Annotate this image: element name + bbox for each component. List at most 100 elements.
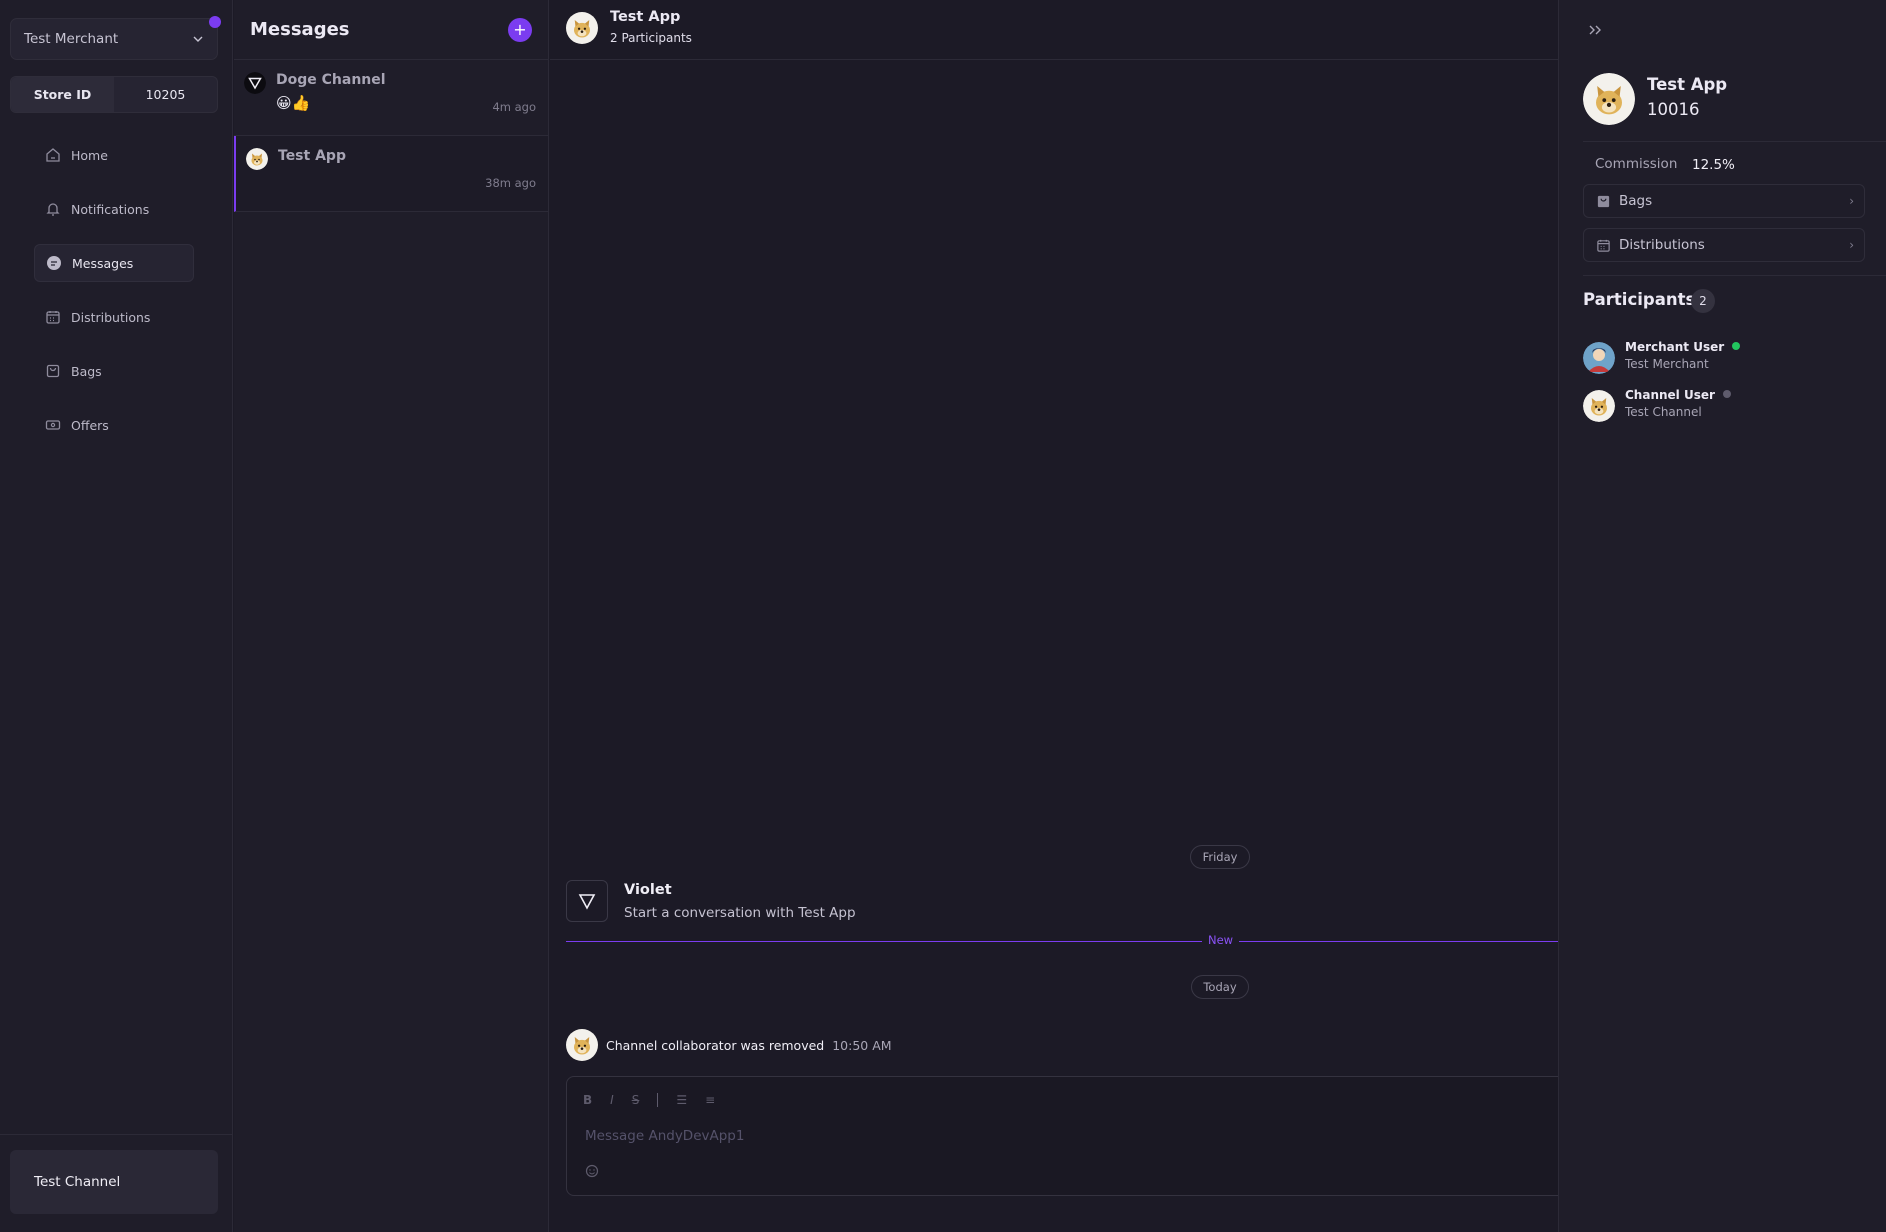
sidebar-item-label: Home <box>71 147 108 163</box>
store-id-value: 10205 <box>145 87 186 102</box>
store-id-row: Store ID 10205 <box>10 76 218 113</box>
participant-org: Test Channel <box>1625 405 1702 419</box>
message-input[interactable]: Message AndyDevApp1 <box>585 1128 744 1144</box>
conversation-time: 4m ago <box>492 100 536 114</box>
chat-participants-count: 2 Participants <box>610 31 692 45</box>
bullet-list-button[interactable]: ☰ <box>676 1093 687 1107</box>
merchant-name: Test Merchant <box>24 31 119 47</box>
calendar-icon <box>1597 239 1610 252</box>
triangle-logo-icon <box>578 894 596 910</box>
numbered-list-button[interactable]: ≡ <box>705 1093 715 1107</box>
sidebar: Test Merchant Store ID 10205 Home Notifi… <box>0 0 233 1232</box>
bag-icon <box>1597 195 1610 207</box>
doge-avatar-icon <box>566 12 598 44</box>
doge-avatar-icon <box>246 148 268 170</box>
sidebar-item-bags[interactable]: Bags <box>34 352 194 390</box>
sidebar-nav: Home Notifications Messages Distribution… <box>34 136 194 460</box>
italic-button[interactable]: I <box>610 1093 614 1107</box>
merchant-selector[interactable]: Test Merchant <box>10 18 218 60</box>
new-messages-divider <box>566 941 1558 942</box>
toolbar-separator <box>657 1093 659 1107</box>
conversation-time: 38m ago <box>485 176 536 190</box>
message-composer[interactable]: B I S ☰ ≡ Message AndyDevApp1 <box>566 1076 1566 1196</box>
bold-button[interactable]: B <box>583 1093 592 1107</box>
sidebar-item-notifications[interactable]: Notifications <box>34 190 194 228</box>
conversation-item-doge-channel[interactable]: Doge Channel 😀👍 4m ago <box>234 60 548 136</box>
sidebar-item-home[interactable]: Home <box>34 136 194 174</box>
distributions-label: Distributions <box>1619 237 1705 253</box>
home-icon <box>46 148 60 162</box>
date-separator-friday: Friday <box>1190 845 1250 869</box>
sender-name: Violet <box>624 882 672 898</box>
collapse-panel-button[interactable] <box>1587 22 1605 41</box>
chat-panel: Test App 2 Participants Friday Violet St… <box>550 0 1566 1232</box>
sidebar-item-distributions[interactable]: Distributions <box>34 298 194 336</box>
formatting-toolbar: B I S ☰ ≡ <box>583 1093 733 1107</box>
chevron-right-icon: › <box>1849 194 1854 208</box>
strikethrough-button[interactable]: S <box>632 1093 640 1107</box>
divider <box>1583 275 1886 276</box>
bell-icon <box>46 203 60 216</box>
plus-icon: + <box>513 19 527 39</box>
sidebar-item-messages[interactable]: Messages <box>34 244 194 282</box>
notification-dot <box>209 16 221 28</box>
store-id-label: Store ID <box>11 77 114 112</box>
distributions-row[interactable]: Distributions › <box>1583 228 1865 262</box>
user-avatar-icon <box>1583 342 1615 374</box>
details-panel: Test App 10016 Commission 12.5% Bags › D… <box>1558 0 1886 1232</box>
participants-title: Participants <box>1583 290 1696 309</box>
conversation-item-test-app[interactable]: Test App 38m ago <box>234 136 548 212</box>
conversation-list: Messages + Doge Channel 😀👍 4m ago Test A… <box>234 0 549 1232</box>
participant-item[interactable]: Channel User Test Channel <box>1583 388 1863 422</box>
participant-item[interactable]: Merchant User Test Merchant <box>1583 340 1863 374</box>
channel-switcher[interactable]: Test Channel <box>10 1150 218 1214</box>
sidebar-item-label: Bags <box>71 363 102 379</box>
chat-icon <box>47 256 61 270</box>
sidebar-item-label: Notifications <box>71 201 150 217</box>
sidebar-item-label: Distributions <box>71 309 151 325</box>
new-messages-label: New <box>1202 933 1240 947</box>
page-title: Messages <box>250 19 350 40</box>
sidebar-divider <box>0 1134 233 1135</box>
doge-avatar-icon <box>566 1029 598 1061</box>
sidebar-item-label: Messages <box>72 255 134 271</box>
new-conversation-button[interactable]: + <box>508 17 532 42</box>
ticket-icon <box>45 420 61 430</box>
system-message-time: 10:50 AM <box>832 1037 892 1053</box>
double-chevron-right-icon <box>1589 25 1601 35</box>
triangle-logo-icon <box>244 72 266 94</box>
system-message-text: Channel collaborator was removed <box>606 1037 825 1053</box>
participant-name: Channel User <box>1625 388 1715 402</box>
message-text: Start a conversation with Test App <box>624 905 856 921</box>
app-name: Test App <box>1647 75 1728 94</box>
calendar-icon <box>46 311 60 324</box>
doge-avatar-icon <box>1583 73 1635 125</box>
app-id: 10016 <box>1647 100 1700 119</box>
channel-name: Test Channel <box>34 1174 121 1190</box>
bags-label: Bags <box>1619 193 1653 209</box>
conversation-name: Doge Channel <box>276 72 386 88</box>
online-status-indicator <box>1732 342 1741 350</box>
date-separator-today: Today <box>1191 975 1249 999</box>
sender-avatar <box>566 880 608 922</box>
conversation-list-header: Messages + <box>234 0 548 60</box>
commission-label: Commission <box>1595 156 1678 172</box>
conversation-name: Test App <box>278 148 346 164</box>
chevron-right-icon: › <box>1849 238 1854 252</box>
bags-row[interactable]: Bags › <box>1583 184 1865 218</box>
offline-status-indicator <box>1722 390 1731 398</box>
sidebar-item-offers[interactable]: Offers <box>34 406 194 444</box>
system-message: Channel collaborator was removed 10:50 A… <box>566 1029 892 1061</box>
participants-count-badge: 2 <box>1691 289 1715 313</box>
divider <box>1583 141 1886 142</box>
commission-value: 12.5% <box>1692 157 1735 173</box>
participant-name: Merchant User <box>1625 340 1725 354</box>
bag-icon <box>46 364 60 378</box>
doge-avatar-icon <box>1583 390 1615 422</box>
emoji-icon[interactable] <box>585 1164 599 1178</box>
participant-org: Test Merchant <box>1625 357 1709 371</box>
sidebar-item-label: Offers <box>71 417 109 433</box>
chat-title: Test App <box>610 9 681 25</box>
chevron-down-icon <box>193 36 203 42</box>
chat-header: Test App 2 Participants <box>550 0 1558 60</box>
